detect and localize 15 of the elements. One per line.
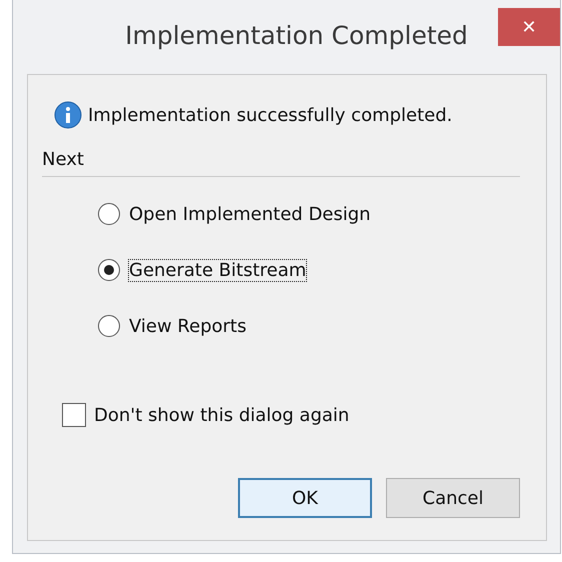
close-button[interactable]: ✕: [498, 8, 560, 46]
message-text: Implementation successfully completed.: [88, 104, 452, 126]
radio-button[interactable]: [98, 203, 120, 225]
dialog-button[interactable]: OK: [238, 478, 372, 518]
radio-label[interactable]: View Reports: [129, 316, 246, 336]
window-title: Implementation Completed: [125, 21, 468, 50]
dialog-button[interactable]: Cancel: [386, 478, 520, 518]
radio-label[interactable]: Generate Bitstream: [129, 260, 306, 280]
section-label: Next: [42, 149, 85, 170]
radio-label[interactable]: Open Implemented Design: [129, 204, 371, 224]
checkbox[interactable]: [62, 403, 86, 427]
radio-button[interactable]: [98, 259, 120, 281]
radio-button[interactable]: [98, 315, 120, 337]
checkbox-label[interactable]: Don't show this dialog again: [94, 404, 350, 426]
info-icon: [54, 101, 82, 129]
